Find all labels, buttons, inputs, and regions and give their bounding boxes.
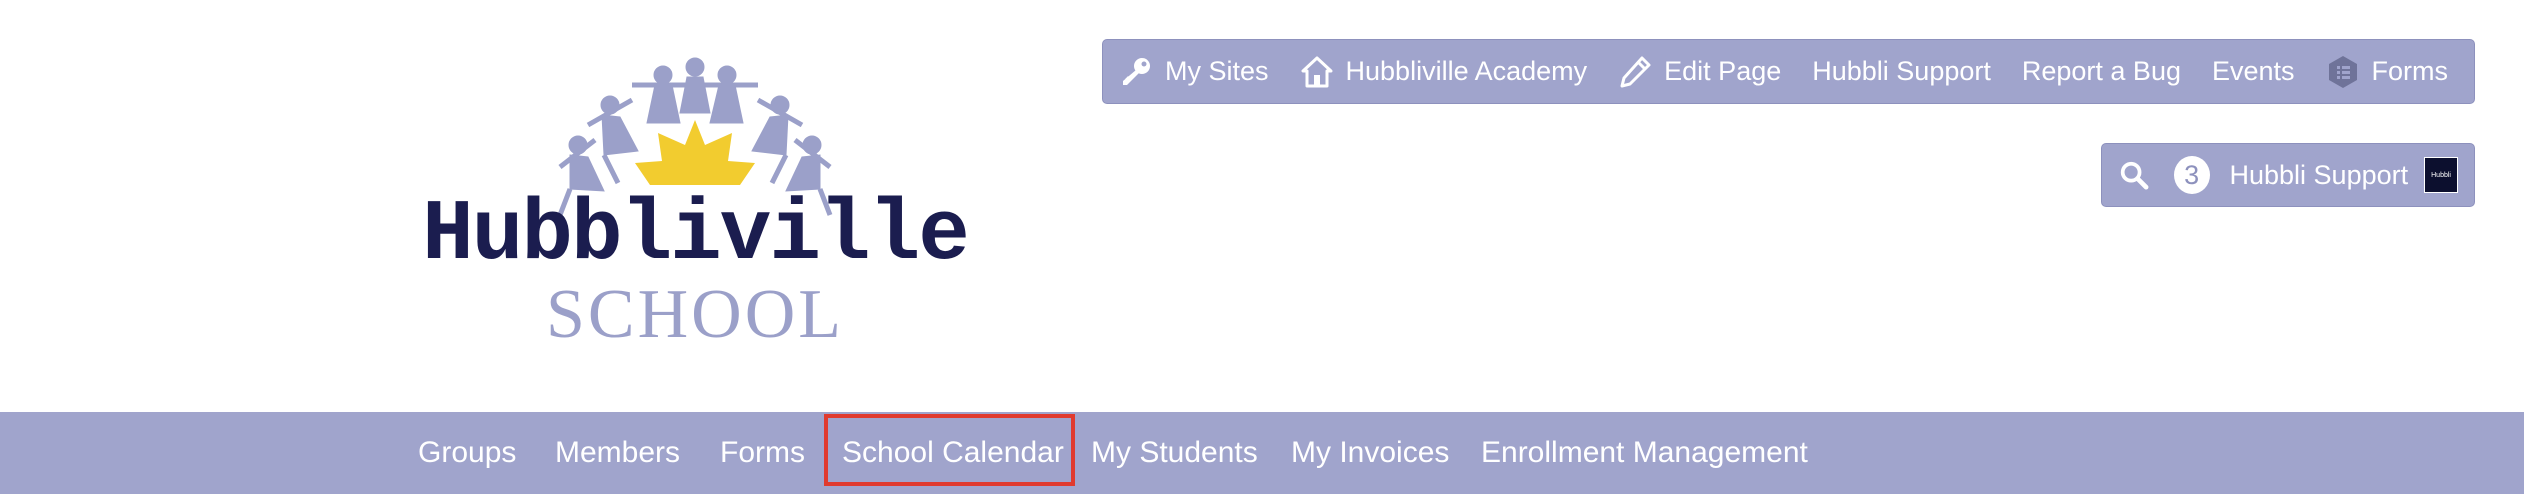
user-account-link[interactable]: Hubbli Support (2230, 160, 2409, 191)
user-toolbar: 3 Hubbli Support Hubbli (2101, 143, 2475, 207)
nav-item-members[interactable]: Members (555, 412, 680, 494)
report-a-bug-label: Report a Bug (2021, 56, 2181, 86)
nav-item-groups[interactable]: Groups (418, 412, 516, 494)
hubbliville-academy-link[interactable]: Hubbliville Academy (1300, 55, 1588, 89)
avatar[interactable]: Hubbli (2424, 157, 2458, 193)
logo-subtitle: SCHOOL (545, 276, 845, 353)
key-icon (1123, 57, 1150, 85)
events-link[interactable]: Events (2212, 56, 2295, 87)
nav-item-school-calendar[interactable]: School Calendar (824, 414, 1075, 486)
events-label: Events (2211, 56, 2295, 86)
forms-label: Forms (2371, 56, 2449, 86)
user-account-label: Hubbli Support (2229, 159, 2409, 190)
search-icon[interactable] (2118, 158, 2150, 192)
avatar-text: Hubbli (2431, 171, 2451, 179)
hubbli-support-link[interactable]: Hubbli Support (1812, 56, 1991, 87)
my-sites-link[interactable]: My Sites (1119, 55, 1269, 89)
edit-page-label: Edit Page (1664, 56, 1782, 86)
nav-item-enrollment-management[interactable]: Enrollment Management (1481, 412, 1808, 494)
forms-hexagon-icon (2328, 55, 2357, 88)
main-navigation: Groups Members Forms School Calendar My … (0, 412, 2524, 494)
nav-item-my-students[interactable]: My Students (1091, 412, 1258, 494)
forms-link[interactable]: Forms (2326, 55, 2449, 89)
admin-toolbar: My Sites Hubbliville Academy Edit Page H… (1102, 39, 2475, 104)
logo-title: Hubbliville (422, 186, 970, 284)
pencil-icon (1620, 56, 1651, 87)
home-icon (1301, 56, 1333, 87)
my-sites-label: My Sites (1165, 56, 1269, 86)
nav-item-my-invoices[interactable]: My Invoices (1291, 412, 1449, 494)
hubbli-support-label: Hubbli Support (1812, 56, 1991, 86)
notification-count-badge[interactable]: 3 (2173, 156, 2210, 194)
edit-page-link[interactable]: Edit Page (1618, 55, 1781, 89)
report-a-bug-link[interactable]: Report a Bug (2022, 56, 2181, 87)
nav-item-forms[interactable]: Forms (720, 412, 805, 494)
hubbliville-academy-label: Hubbliville Academy (1345, 56, 1588, 86)
